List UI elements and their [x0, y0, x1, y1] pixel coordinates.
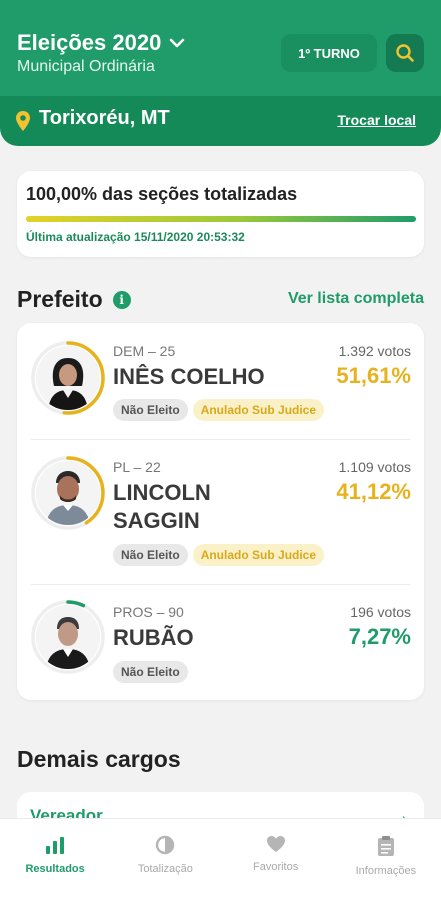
candidate-photo — [36, 346, 100, 410]
candidate-party: PROS – 90 — [113, 604, 184, 620]
bottom-tab-bar: Resultados Totalização Favoritos Informa… — [0, 818, 441, 900]
candidate-percent: 41,12% — [336, 479, 411, 504]
turno-button[interactable]: 1º TURNO — [281, 34, 377, 72]
totalization-progress-bar — [26, 216, 416, 222]
clipboard-icon — [377, 836, 394, 856]
tab-favoritos[interactable]: Favoritos — [221, 819, 331, 900]
section-title-prefeito: Prefeito i — [17, 286, 131, 313]
see-full-list-link[interactable]: Ver lista completa — [288, 290, 424, 308]
status-badge: Não Eleito — [113, 544, 188, 566]
candidate-votes: 1.392 votos — [338, 343, 411, 359]
candidate-badges: Não Eleito — [113, 661, 188, 683]
election-subtitle: Municipal Ordinária — [17, 58, 155, 75]
location-bar: Torixoréu, MT Trocar local — [0, 96, 441, 146]
location-name: Torixoréu, MT — [39, 107, 170, 129]
status-badge: Não Eleito — [113, 661, 188, 683]
progress-fill — [26, 216, 416, 222]
search-button[interactable] — [386, 34, 424, 72]
tab-label: Resultados — [25, 863, 85, 875]
election-selector[interactable]: Eleições 2020 — [17, 30, 185, 56]
section-title-other-offices: Demais cargos — [17, 746, 181, 772]
chevron-down-icon — [170, 38, 185, 48]
location-pin-icon — [16, 111, 30, 131]
candidate-row[interactable]: PROS – 90 RUBÃO 196 votos 7,27% Não Elei… — [17, 585, 424, 699]
info-icon[interactable]: i — [112, 290, 131, 309]
candidate-percent: 51,61% — [336, 363, 411, 388]
candidate-votes: 1.109 votos — [338, 459, 411, 475]
candidate-percent: 7,27% — [348, 624, 411, 649]
candidate-name: INÊS COELHO — [113, 364, 265, 389]
candidates-card: DEM – 25 INÊS COELHO 1.392 votos 51,61% … — [17, 323, 424, 700]
candidate-name: LINCOLN SAGGIN — [113, 480, 211, 533]
totalization-card: 100,00% das seções totalizadas Última at… — [17, 171, 424, 257]
tab-totalizacao[interactable]: Totalização — [110, 819, 220, 900]
change-location-link[interactable]: Trocar local — [337, 112, 416, 128]
election-title: Eleições 2020 — [17, 30, 162, 55]
candidate-photo — [36, 605, 100, 669]
heart-icon — [266, 836, 285, 852]
candidate-badges: Não Eleito Anulado Sub Judice — [113, 544, 325, 566]
status-badge: Não Eleito — [113, 399, 188, 421]
candidate-party: PL – 22 — [113, 459, 161, 475]
candidate-avatar — [30, 340, 106, 416]
tab-resultados[interactable]: Resultados — [0, 819, 110, 900]
app-header: Eleições 2020 Municipal Ordinária 1º TUR… — [0, 0, 441, 96]
search-icon — [396, 44, 414, 62]
candidate-avatar — [30, 455, 106, 531]
status-badge: Anulado Sub Judice — [192, 399, 325, 421]
section-title-text: Prefeito — [17, 286, 103, 312]
candidate-name: RUBÃO — [113, 625, 194, 650]
tab-label: Totalização — [137, 863, 193, 875]
candidate-row[interactable]: PL – 22 LINCOLN SAGGIN 1.109 votos 41,12… — [17, 440, 424, 584]
totalization-text: 100,00% das seções totalizadas — [26, 184, 298, 204]
candidate-avatar — [30, 599, 106, 675]
status-badge: Anulado Sub Judice — [192, 544, 325, 566]
candidate-photo — [36, 461, 100, 525]
last-update: Última atualização 15/11/2020 20:53:32 — [26, 230, 245, 244]
candidate-party: DEM – 25 — [113, 343, 176, 359]
candidate-row[interactable]: DEM – 25 INÊS COELHO 1.392 votos 51,61% … — [17, 323, 424, 439]
bar-chart-icon — [46, 837, 65, 854]
tab-label: Informações — [355, 865, 417, 877]
pie-chart-icon — [156, 835, 175, 855]
candidate-badges: Não Eleito Anulado Sub Judice — [113, 399, 325, 421]
candidate-votes: 196 votos — [350, 604, 411, 620]
tab-informacoes[interactable]: Informações — [331, 819, 441, 900]
tab-label: Favoritos — [253, 861, 299, 873]
